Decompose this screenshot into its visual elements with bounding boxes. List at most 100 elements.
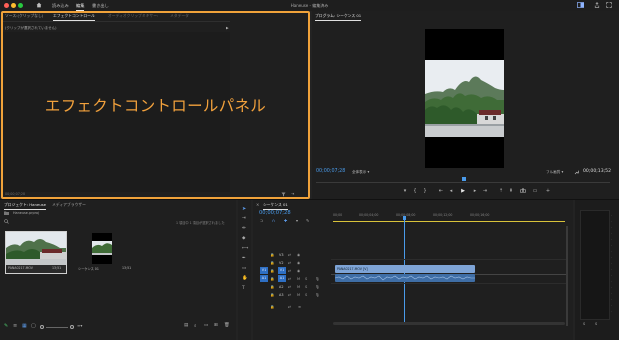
- project-search-input[interactable]: [10, 218, 90, 224]
- tab-metadata[interactable]: メタデータ: [170, 12, 189, 20]
- home-icon[interactable]: [36, 2, 42, 9]
- share-icon[interactable]: [594, 2, 600, 9]
- pencil-icon[interactable]: ✎: [4, 323, 8, 329]
- icon-view-icon[interactable]: ▦: [22, 323, 27, 329]
- lock-icon[interactable]: 🔒: [270, 259, 274, 267]
- ripple-edit-tool-icon[interactable]: ⇹: [242, 226, 246, 231]
- selection-tool-icon[interactable]: ➤: [242, 206, 246, 212]
- solo-icon[interactable]: S: [305, 275, 307, 283]
- close-window-button[interactable]: [4, 3, 9, 8]
- snap-icon[interactable]: ⊃: [260, 218, 263, 223]
- mark-out-icon[interactable]: }: [421, 188, 429, 194]
- tab-sequence[interactable]: シーケンス 01: [263, 201, 288, 210]
- step-forward-icon[interactable]: ▸: [471, 188, 479, 194]
- program-scrub-bar[interactable]: [316, 182, 610, 183]
- solo-meter-icon[interactable]: S: [583, 322, 585, 326]
- nest-icon[interactable]: ✚: [284, 218, 287, 223]
- list-view-icon[interactable]: ≡: [13, 323, 17, 329]
- thumbnail-size-slider[interactable]: [46, 327, 68, 328]
- step-back-icon[interactable]: ◂: [447, 188, 455, 194]
- sync-lock-icon[interactable]: ⇄: [288, 259, 291, 267]
- eye-icon[interactable]: ◉: [297, 267, 300, 275]
- add-track-icon[interactable]: ≡: [298, 303, 301, 311]
- tab-edit[interactable]: 編集: [76, 1, 85, 11]
- zoom-window-button[interactable]: [18, 3, 23, 8]
- lock-icon[interactable]: 🔒: [270, 291, 274, 299]
- eye-icon[interactable]: ◉: [297, 259, 300, 267]
- sync-lock-icon[interactable]: ⇄: [288, 291, 291, 299]
- sync-lock-icon[interactable]: ⇄: [288, 283, 291, 291]
- fullscreen-icon[interactable]: [606, 2, 612, 9]
- add-marker-icon[interactable]: ▾: [401, 188, 409, 194]
- timeline-clip-video[interactable]: PANA0217.MOV [V]: [335, 265, 475, 273]
- sync-lock-icon[interactable]: ⇄: [288, 267, 291, 275]
- add-button-icon[interactable]: +: [544, 188, 552, 194]
- comparison-view-icon[interactable]: ▭: [531, 188, 539, 194]
- solo-icon[interactable]: S: [305, 283, 307, 291]
- tab-media-browser[interactable]: メディアブラウザー: [52, 201, 86, 209]
- go-to-in-icon[interactable]: ⇤: [437, 188, 445, 194]
- close-tab-icon[interactable]: ×: [256, 202, 259, 207]
- search-icon[interactable]: [4, 219, 9, 225]
- quality-select[interactable]: フル画質 ▾: [546, 170, 563, 175]
- export-frame-icon[interactable]: ⇥: [291, 191, 294, 196]
- tab-export[interactable]: 書き出し: [92, 1, 109, 10]
- lift-icon[interactable]: ⇡: [497, 188, 505, 194]
- play-only-audio-icon[interactable]: ▶: [226, 26, 229, 30]
- rectangle-tool-icon[interactable]: ▭: [242, 266, 246, 271]
- mic-icon[interactable]: 🎙: [315, 283, 320, 291]
- project-item-clip[interactable]: PANA0217.MOV 13;51: [5, 231, 67, 274]
- type-tool-icon[interactable]: T: [242, 286, 245, 291]
- tab-project[interactable]: プロジェクト: Haneuse: [4, 201, 46, 210]
- mic-icon[interactable]: 🎙: [315, 291, 320, 299]
- tab-program-monitor[interactable]: プログラム: シーケンス 01: [315, 12, 362, 21]
- sync-lock-icon[interactable]: ⇄: [288, 303, 291, 311]
- lock-icon[interactable]: 🔒: [270, 303, 274, 311]
- add-marker-timeline-icon[interactable]: ▾: [296, 218, 298, 223]
- solo-icon[interactable]: S: [305, 291, 307, 299]
- tab-source[interactable]: ソース:(クリップなし): [5, 12, 43, 20]
- project-item-sequence[interactable]: [74, 231, 134, 264]
- fit-select[interactable]: 全体表示 ▾: [352, 170, 369, 175]
- program-playhead[interactable]: [462, 177, 466, 181]
- slip-tool-icon[interactable]: ⟷: [242, 246, 248, 251]
- mic-icon[interactable]: 🎙: [315, 275, 320, 283]
- eye-icon[interactable]: ◉: [297, 251, 300, 259]
- timeline-clip-audio[interactable]: [335, 274, 475, 282]
- tab-import[interactable]: 読み込み: [52, 1, 69, 10]
- new-bin-icon[interactable]: ▭: [204, 323, 208, 328]
- find-icon[interactable]: ⌕: [194, 323, 197, 329]
- mute-icon[interactable]: M: [297, 283, 300, 291]
- timeline-vertical-scrollbar[interactable]: [566, 226, 568, 326]
- extract-icon[interactable]: ⇞: [507, 188, 515, 194]
- zoom-out-icon[interactable]: [40, 325, 44, 329]
- track-label[interactable]: A1: [278, 275, 286, 282]
- lock-icon[interactable]: 🔒: [270, 283, 274, 291]
- minimize-window-button[interactable]: [11, 3, 16, 8]
- mute-icon[interactable]: M: [297, 291, 300, 299]
- timeline-timecode[interactable]: 00;00;07;28: [259, 210, 291, 216]
- automate-to-sequence-icon[interactable]: ▤: [184, 323, 188, 328]
- lock-icon[interactable]: 🔒: [270, 275, 274, 283]
- play-icon[interactable]: ▶: [459, 188, 467, 194]
- work-area-bar[interactable]: [333, 221, 565, 222]
- sync-lock-icon[interactable]: ⇄: [288, 251, 291, 259]
- zoom-in-icon[interactable]: [70, 325, 74, 329]
- sort-icon[interactable]: ≡▾: [77, 323, 82, 328]
- camera-icon[interactable]: [520, 188, 526, 194]
- source-patch-v1[interactable]: V1: [260, 267, 268, 274]
- program-playhead-timecode[interactable]: 00;00;07;28: [316, 169, 345, 174]
- new-item-icon[interactable]: ⊞: [214, 323, 218, 328]
- mute-icon[interactable]: M: [297, 275, 300, 283]
- lock-icon[interactable]: 🔒: [270, 267, 274, 275]
- track-label[interactable]: V1: [278, 267, 286, 274]
- track-select-tool-icon[interactable]: ⇥: [242, 216, 246, 221]
- timeline-horizontal-scrollbar[interactable]: [333, 322, 565, 325]
- sync-lock-icon[interactable]: ⇄: [288, 275, 291, 283]
- tab-audio-mixer[interactable]: オーディオクリップミキサー:: [108, 12, 158, 20]
- mark-in-icon[interactable]: {: [411, 188, 419, 194]
- tab-effect-controls[interactable]: エフェクトコントロール: [53, 12, 95, 21]
- go-to-out-icon[interactable]: ⇥: [481, 188, 489, 194]
- wrench-icon[interactable]: ✎: [306, 218, 309, 223]
- wrench-icon[interactable]: [574, 170, 580, 176]
